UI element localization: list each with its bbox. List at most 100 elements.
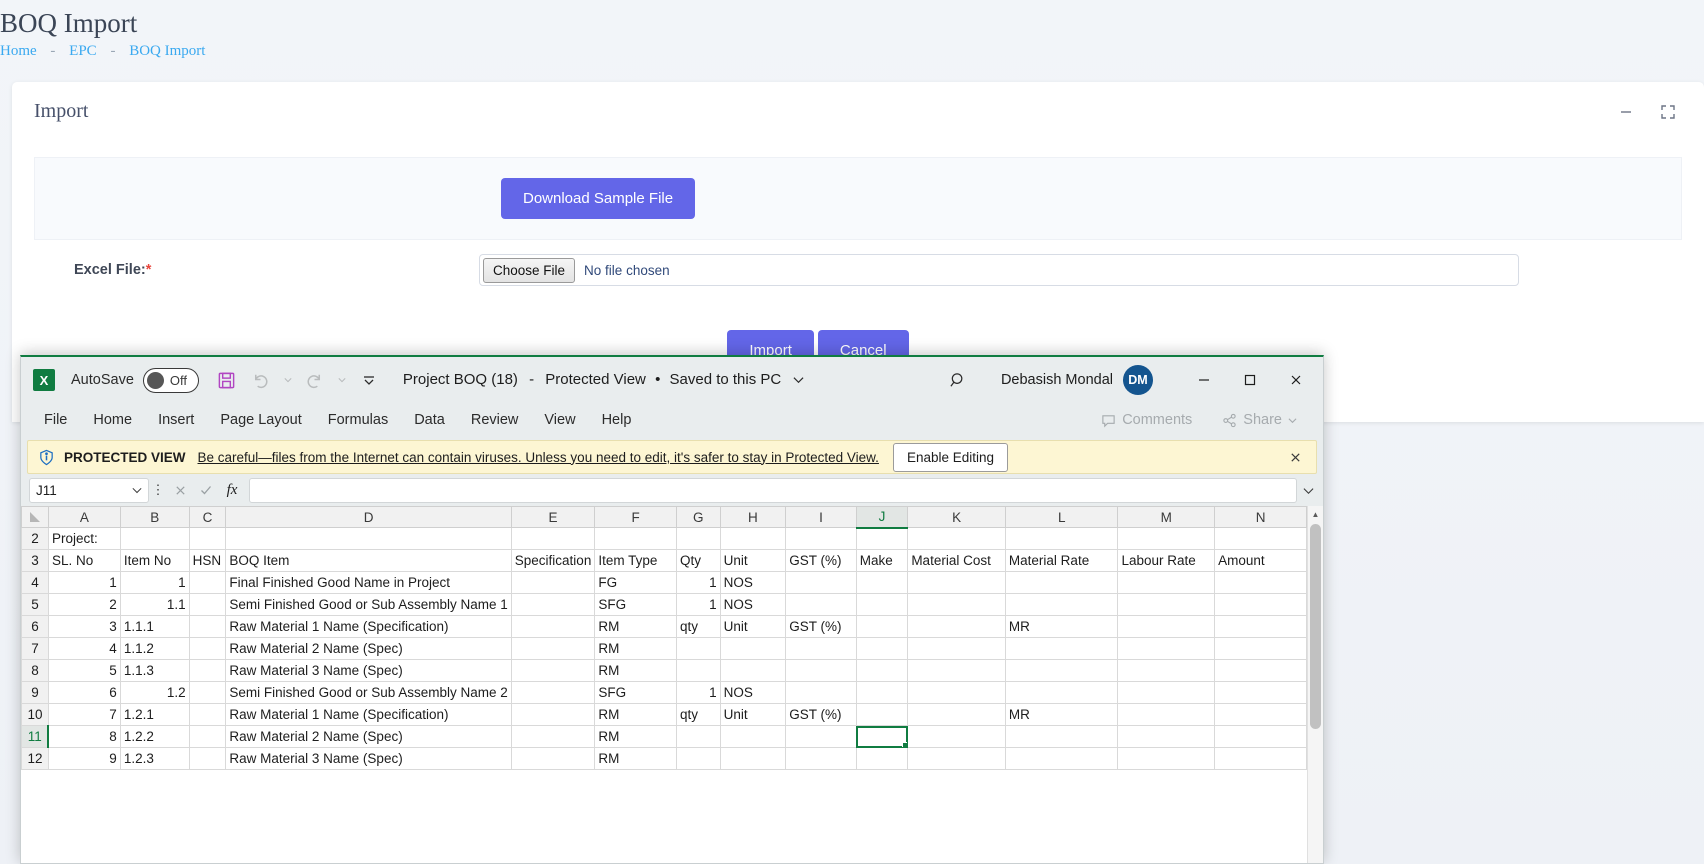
cell-N3[interactable]: Amount: [1214, 549, 1307, 572]
cell-E12[interactable]: [510, 747, 596, 770]
formula-bar-expand-icon[interactable]: [1297, 478, 1319, 503]
cell-N12[interactable]: [1214, 747, 1307, 770]
formula-input[interactable]: [249, 477, 1297, 503]
cell-C4[interactable]: [188, 571, 227, 594]
window-maximize-button[interactable]: [1227, 358, 1273, 402]
cell-B3[interactable]: Item No: [119, 549, 190, 572]
cell-D9[interactable]: Semi Finished Good or Sub Assembly Name …: [225, 681, 512, 704]
share-button[interactable]: Share: [1210, 406, 1309, 434]
cell-I11[interactable]: [785, 725, 857, 748]
cell-B6[interactable]: 1.1.1: [119, 615, 190, 638]
cell-C2[interactable]: [188, 527, 227, 550]
breadcrumb-item-epc[interactable]: EPC: [69, 43, 97, 59]
cell-J3[interactable]: Make: [855, 549, 909, 572]
cell-G11[interactable]: [675, 725, 721, 748]
cell-M8[interactable]: [1117, 659, 1216, 682]
cell-K5[interactable]: [907, 593, 1006, 616]
cell-F7[interactable]: RM: [594, 637, 677, 660]
column-header-k[interactable]: K: [907, 506, 1006, 528]
cell-D7[interactable]: Raw Material 2 Name (Spec): [225, 637, 512, 660]
cell-G9[interactable]: 1: [675, 681, 721, 704]
cell-J4[interactable]: [855, 571, 909, 594]
cell-A9[interactable]: 6: [47, 681, 121, 704]
cell-C3[interactable]: HSN: [188, 549, 227, 572]
cell-D4[interactable]: Final Finished Good Name in Project: [225, 571, 512, 594]
cell-N8[interactable]: [1214, 659, 1307, 682]
redo-chevron-down-icon[interactable]: [337, 368, 347, 392]
column-header-b[interactable]: B: [119, 506, 190, 528]
cell-B5[interactable]: 1.1: [119, 593, 190, 616]
cell-E3[interactable]: Specification: [510, 549, 596, 572]
cell-B2[interactable]: [119, 527, 190, 550]
cell-H6[interactable]: Unit: [719, 615, 787, 638]
cell-M10[interactable]: [1117, 703, 1216, 726]
column-header-g[interactable]: G: [675, 506, 721, 528]
cell-L7[interactable]: [1004, 637, 1119, 660]
comments-button[interactable]: Comments: [1089, 406, 1204, 434]
cell-K12[interactable]: [907, 747, 1006, 770]
window-close-button[interactable]: [1273, 358, 1319, 402]
window-minimize-button[interactable]: [1181, 358, 1227, 402]
column-header-e[interactable]: E: [510, 506, 596, 528]
breadcrumb-item-boq-import[interactable]: BOQ Import: [129, 43, 205, 59]
cell-H8[interactable]: [719, 659, 787, 682]
cell-I5[interactable]: [785, 593, 857, 616]
cell-D11[interactable]: Raw Material 2 Name (Spec): [225, 725, 512, 748]
cell-I8[interactable]: [785, 659, 857, 682]
cell-I12[interactable]: [785, 747, 857, 770]
cell-F8[interactable]: RM: [594, 659, 677, 682]
autosave-toggle[interactable]: Off: [142, 367, 199, 393]
cell-N6[interactable]: [1214, 615, 1307, 638]
cell-J6[interactable]: [855, 615, 909, 638]
cell-E5[interactable]: [510, 593, 596, 616]
row-header-5[interactable]: 5: [21, 593, 49, 616]
row-header-2[interactable]: 2: [21, 527, 49, 550]
cell-E9[interactable]: [510, 681, 596, 704]
cell-F11[interactable]: RM: [594, 725, 677, 748]
cell-M12[interactable]: [1117, 747, 1216, 770]
cell-A6[interactable]: 3: [47, 615, 121, 638]
excel-document-title[interactable]: Project BOQ (18) - Protected View • Save…: [403, 371, 805, 389]
cell-A4[interactable]: 1: [47, 571, 121, 594]
title-chevron-down-icon[interactable]: [785, 372, 804, 389]
cell-F3[interactable]: Item Type: [594, 549, 677, 572]
cell-G5[interactable]: 1: [675, 593, 721, 616]
cell-D10[interactable]: Raw Material 1 Name (Specification): [225, 703, 512, 726]
save-icon[interactable]: [215, 368, 239, 392]
download-sample-file-button[interactable]: Download Sample File: [501, 178, 696, 219]
cell-L3[interactable]: Material Rate: [1004, 549, 1119, 572]
cell-D8[interactable]: Raw Material 3 Name (Spec): [225, 659, 512, 682]
cell-B7[interactable]: 1.1.2: [119, 637, 190, 660]
cell-J10[interactable]: [855, 703, 909, 726]
undo-chevron-down-icon[interactable]: [283, 368, 293, 392]
cell-A8[interactable]: 5: [47, 659, 121, 682]
fx-icon[interactable]: fx: [219, 478, 245, 503]
expand-icon[interactable]: [1658, 102, 1678, 122]
excel-file-input[interactable]: Choose File No file chosen: [479, 254, 1519, 286]
cell-B11[interactable]: 1.2.2: [119, 725, 190, 748]
cell-A2[interactable]: Project:: [47, 527, 121, 550]
cell-N4[interactable]: [1214, 571, 1307, 594]
cell-D5[interactable]: Semi Finished Good or Sub Assembly Name …: [225, 593, 512, 616]
tab-review[interactable]: Review: [458, 408, 532, 432]
cell-K4[interactable]: [907, 571, 1006, 594]
cell-A7[interactable]: 4: [47, 637, 121, 660]
cell-L11[interactable]: [1004, 725, 1119, 748]
scrollbar-thumb[interactable]: [1310, 524, 1321, 729]
cell-N2[interactable]: [1214, 527, 1307, 550]
tab-insert[interactable]: Insert: [145, 408, 207, 432]
cell-L9[interactable]: [1004, 681, 1119, 704]
redo-icon[interactable]: [303, 368, 327, 392]
cell-H7[interactable]: [719, 637, 787, 660]
cell-H10[interactable]: Unit: [719, 703, 787, 726]
excel-title-bar[interactable]: X AutoSave Off Project BOQ (18) - Protec…: [21, 357, 1323, 403]
cell-J12[interactable]: [855, 747, 909, 770]
avatar[interactable]: DM: [1123, 365, 1153, 395]
cell-B8[interactable]: 1.1.3: [119, 659, 190, 682]
row-header-3[interactable]: 3: [21, 549, 49, 572]
column-header-a[interactable]: A: [47, 506, 121, 528]
cell-K7[interactable]: [907, 637, 1006, 660]
row-header-11[interactable]: 11: [21, 725, 50, 748]
select-all-corner[interactable]: [21, 506, 49, 528]
row-header-6[interactable]: 6: [21, 615, 49, 638]
